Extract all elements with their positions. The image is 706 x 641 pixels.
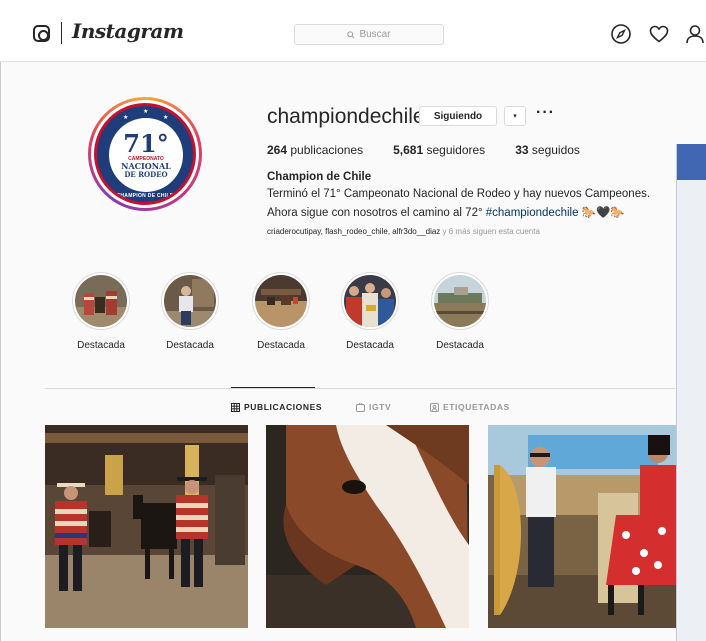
instagram-wordmark[interactable]: Instagram	[72, 19, 184, 43]
highlight-item[interactable]: Destacada	[69, 272, 133, 351]
highlight-label: Destacada	[166, 340, 214, 351]
highlight-thumbnail	[164, 275, 216, 327]
tab-label: ETIQUETADAS	[443, 402, 510, 412]
followed-by-names: criaderocutipay, flash_rodeo_chile, alfr…	[267, 227, 441, 236]
active-tab-indicator	[231, 387, 315, 388]
highlight-item[interactable]: Destacada	[338, 272, 402, 351]
top-navigation-bar: Instagram Buscar	[0, 0, 706, 62]
explore-compass-icon[interactable]	[610, 23, 632, 45]
bio-hashtag-link[interactable]: #championdechile	[486, 207, 579, 219]
highlight-ring	[341, 272, 399, 330]
posts-count: 264	[267, 143, 288, 157]
following-stat[interactable]: 33 seguidos	[515, 143, 580, 157]
profile-full-name: Champion de Chile	[267, 171, 372, 183]
posts-label: publicaciones	[290, 143, 364, 157]
tab-label: PUBLICACIONES	[244, 402, 323, 412]
followers-label: seguidores	[426, 143, 486, 157]
post-thumbnail[interactable]	[266, 425, 469, 628]
badge-core: 71° CAMPEONATO NACIONAL DE RODEO	[109, 118, 183, 192]
highlight-thumbnail	[75, 275, 127, 327]
following-button[interactable]: Siguiendo	[419, 106, 497, 126]
profile-avatar[interactable]: ★ ★ ★ 71° CAMPEONATO NACIONAL DE RODEO C…	[88, 97, 202, 211]
profile-username: championdechile	[267, 105, 425, 128]
tab-igtv[interactable]: IGTV	[356, 402, 391, 412]
badge-star: ★	[123, 115, 129, 121]
followed-by-more: y 6 más siguen esta cuenta	[440, 227, 540, 236]
followed-by-text[interactable]: criaderocutipay, flash_rodeo_chile, alfr…	[267, 227, 540, 236]
bio-emoji: 🐎🖤🐎	[581, 207, 625, 219]
tab-label: IGTV	[369, 402, 392, 412]
campeonato-logo: ★ ★ ★ 71° CAMPEONATO NACIONAL DE RODEO C…	[94, 103, 196, 205]
activity-heart-icon[interactable]	[648, 23, 670, 45]
post-image-rodeo-huasos	[45, 425, 248, 628]
highlight-thumbnail	[344, 275, 396, 327]
badge-number: 71°	[123, 128, 169, 158]
search-icon	[347, 30, 355, 39]
search-placeholder: Buscar	[359, 29, 391, 40]
highlight-label: Destacada	[257, 340, 305, 351]
followers-stat[interactable]: 5,681 seguidores	[393, 143, 485, 157]
highlight-item[interactable]: Destacada	[428, 272, 492, 351]
highlight-thumbnail	[434, 275, 486, 327]
post-image-horse-head	[266, 425, 469, 628]
followers-count: 5,681	[393, 143, 424, 157]
profile-stats: 264 publicaciones 5,681 seguidores 33 se…	[267, 143, 610, 157]
badge-star: ★	[143, 109, 149, 115]
overlapping-window-edge	[676, 144, 706, 641]
highlight-ring	[72, 272, 130, 330]
bio-line-1: Terminó el 71° Campeonato Nacional de Ro…	[267, 188, 651, 200]
more-options-button[interactable]: ···	[536, 104, 555, 122]
avatar-inner: ★ ★ ★ 71° CAMPEONATO NACIONAL DE RODEO C…	[91, 100, 199, 208]
badge-line3: DE RODEO	[124, 169, 168, 179]
grid-icon	[231, 402, 240, 412]
suggestions-dropdown-button[interactable]: ▾	[504, 106, 526, 126]
highlight-label: Destacada	[77, 340, 125, 351]
highlight-ring	[252, 272, 310, 330]
tab-publicaciones[interactable]: PUBLICACIONES	[231, 402, 322, 412]
badge-arc-text: CHAMPION DE CHILE	[116, 193, 174, 199]
post-thumbnail[interactable]	[488, 425, 676, 628]
search-input[interactable]: Buscar	[294, 24, 444, 45]
tagged-icon	[430, 402, 439, 412]
badge-star: ★	[163, 115, 169, 121]
bio-line-2: Ahora sigue con nosotros el camino al 72…	[267, 205, 625, 219]
tab-etiquetadas[interactable]: ETIQUETADAS	[430, 402, 510, 412]
following-label: seguidos	[531, 143, 580, 157]
highlight-item[interactable]: Destacada	[158, 272, 222, 351]
highlight-label: Destacada	[436, 340, 484, 351]
post-image-musicians	[488, 425, 676, 628]
posts-count-stat: 264 publicaciones	[267, 143, 363, 157]
highlight-ring	[431, 272, 489, 330]
igtv-icon	[356, 402, 365, 412]
highlight-thumbnail	[255, 275, 307, 327]
following-count: 33	[515, 143, 529, 157]
highlight-item[interactable]: Destacada	[249, 272, 313, 351]
brand-divider	[61, 22, 62, 44]
overlapping-window-titlebar	[677, 144, 706, 180]
highlight-label: Destacada	[346, 340, 394, 351]
tabs-divider	[45, 388, 675, 389]
highlight-ring	[161, 272, 219, 330]
profile-user-icon[interactable]	[684, 23, 706, 45]
instagram-camera-icon[interactable]	[33, 25, 50, 42]
bio-line-2-text: Ahora sigue con nosotros el camino al 72…	[267, 207, 486, 219]
chevron-down-icon: ▾	[513, 113, 517, 120]
post-thumbnail[interactable]	[45, 425, 248, 628]
